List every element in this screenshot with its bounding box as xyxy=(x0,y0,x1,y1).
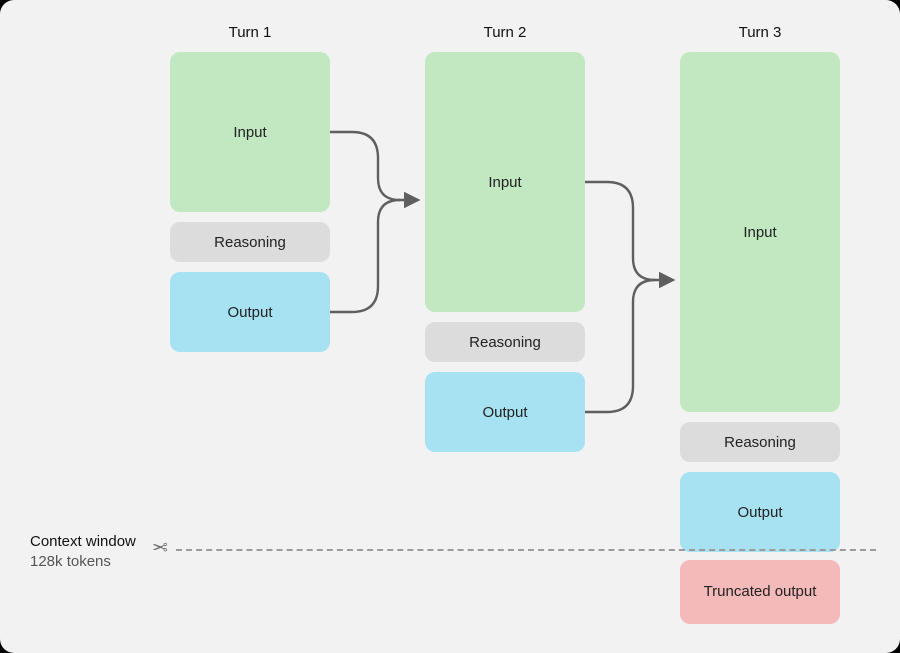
context-window-subtitle: 128k tokens xyxy=(30,552,136,572)
turn2-header: Turn 2 xyxy=(425,24,585,41)
context-limit-line xyxy=(176,549,876,551)
diagram-canvas: Turn 1 Turn 2 Turn 3 Input Reasoning Out… xyxy=(0,0,900,653)
turn1-reasoning-block: Reasoning xyxy=(170,222,330,262)
context-window-title: Context window xyxy=(30,532,136,552)
scissors-icon: ✂ xyxy=(152,537,168,560)
turn3-truncated-block: Truncated output xyxy=(680,560,840,624)
turn3-output-block: Output xyxy=(680,472,840,552)
turn2-output-block: Output xyxy=(425,372,585,452)
turn2-input-block: Input xyxy=(425,52,585,312)
context-window-label: Context window 128k tokens xyxy=(30,532,136,573)
turn3-reasoning-block: Reasoning xyxy=(680,422,840,462)
turn3-header: Turn 3 xyxy=(680,24,840,41)
turn1-header: Turn 1 xyxy=(170,24,330,41)
turn1-input-block: Input xyxy=(170,52,330,212)
turn1-output-block: Output xyxy=(170,272,330,352)
turn3-input-block: Input xyxy=(680,52,840,412)
turn2-reasoning-block: Reasoning xyxy=(425,322,585,362)
